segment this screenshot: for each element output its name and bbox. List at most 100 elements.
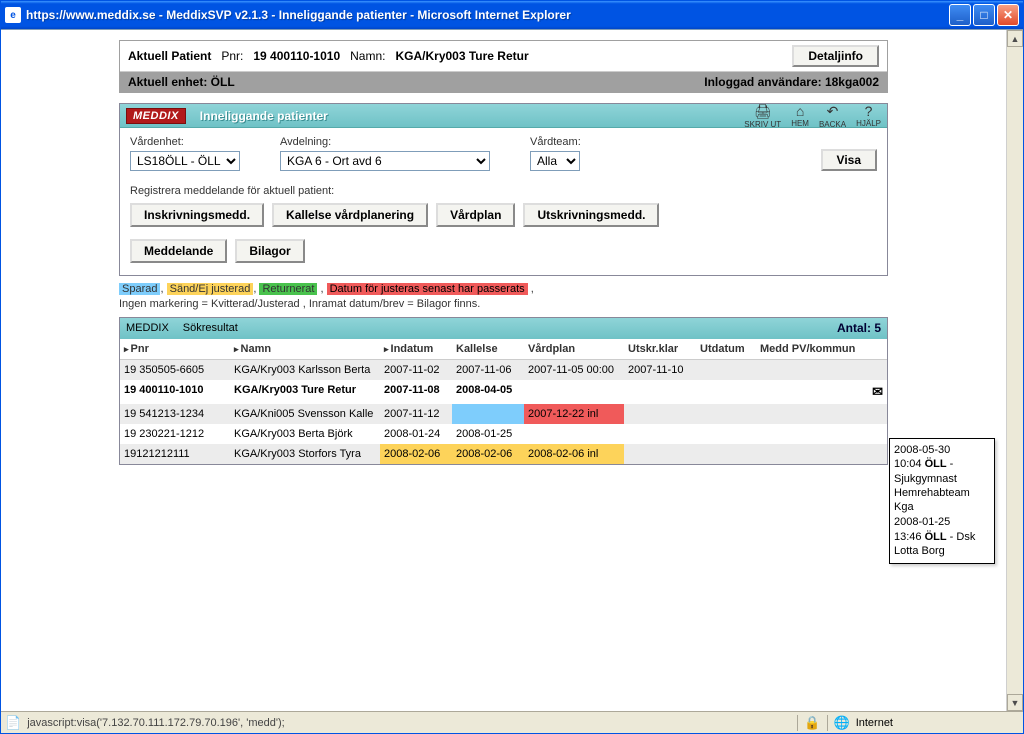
namn-value: KGA/Kry003 Ture Retur: [395, 49, 528, 63]
table-cell: [756, 359, 887, 380]
help-icon: ?: [865, 103, 873, 119]
col-pnr[interactable]: ▸Pnr: [120, 339, 230, 360]
namn-label: Namn:: [350, 49, 385, 63]
home-button[interactable]: ⌂HEM: [791, 103, 809, 129]
results-title: Sökresultat: [183, 322, 238, 334]
vertical-scrollbar[interactable]: ▲ ▼: [1006, 30, 1023, 711]
table-cell: [524, 424, 624, 444]
window: e https://www.meddix.se - MeddixSVP v2.1…: [0, 0, 1024, 734]
close-button[interactable]: ✕: [997, 4, 1019, 26]
panel-title: Inneliggande patienter: [200, 109, 328, 123]
scroll-up-icon[interactable]: ▲: [1007, 30, 1023, 47]
detaljinfo-button[interactable]: Detaljinfo: [792, 45, 879, 67]
avdelning-label: Avdelning:: [280, 136, 490, 148]
register-label: Registrera meddelande för aktuell patien…: [130, 185, 877, 197]
ie-icon: e: [5, 7, 21, 23]
zone-label: Internet: [856, 717, 893, 729]
message-buttons-row2: Meddelande Bilagor: [130, 239, 877, 263]
table-cell: KGA/Kry003 Karlsson Berta: [230, 359, 380, 380]
pnr-label: Pnr:: [221, 49, 243, 63]
legend-passed: Datum för justeras senast har passerats: [327, 283, 528, 295]
vardteam-select[interactable]: Alla: [530, 151, 580, 171]
table-cell: [524, 380, 624, 404]
table-cell: [756, 404, 887, 424]
patient-label: Aktuell Patient: [128, 49, 211, 63]
legend-sparad: Sparad: [119, 283, 160, 295]
col-utdatum[interactable]: Utdatum: [696, 339, 756, 360]
maximize-button[interactable]: □: [973, 4, 995, 26]
table-row[interactable]: 19 541213-1234KGA/Kni005 Svensson Kalle2…: [120, 404, 887, 424]
table-cell: 2007-11-06: [452, 359, 524, 380]
table-cell: [696, 444, 756, 464]
table-cell: 2007-11-08: [380, 380, 452, 404]
titlebar: e https://www.meddix.se - MeddixSVP v2.1…: [1, 1, 1023, 29]
table-cell: [756, 444, 887, 464]
table-row[interactable]: 19 400110-1010KGA/Kry003 Ture Retur2007-…: [120, 380, 887, 404]
client-area: Aktuell Patient Pnr: 19 400110-1010 Namn…: [1, 29, 1023, 711]
vardenhet-filter: Vårdenhet: LS18ÖLL - ÖLL: [130, 136, 240, 171]
table-cell: 2008-02-06: [380, 444, 452, 464]
table-cell: 2008-01-25: [452, 424, 524, 444]
vardteam-filter: Vårdteam: Alla: [530, 136, 581, 171]
col-kallelse[interactable]: Kallelse: [452, 339, 524, 360]
help-button[interactable]: ?HJÄLP: [856, 103, 881, 129]
legend-send: Sänd/Ej justerad: [167, 283, 254, 295]
print-button[interactable]: 🖨SKRIV UT: [744, 103, 781, 129]
table-cell: 2008-02-06: [452, 444, 524, 464]
page-icon: 📄: [5, 715, 21, 731]
table-row[interactable]: 19121212111KGA/Kry003 Storfors Tyra2008-…: [120, 444, 887, 464]
utskrivning-button[interactable]: Utskrivningsmedd.: [523, 203, 659, 227]
lock-icon: 🔒: [804, 715, 820, 731]
enhet-label: Aktuell enhet: ÖLL: [128, 75, 235, 89]
minimize-button[interactable]: _: [949, 4, 971, 26]
vardenhet-select[interactable]: LS18ÖLL - ÖLL: [130, 151, 240, 171]
col-medd[interactable]: Medd PV/kommun: [756, 339, 887, 360]
avdelning-filter: Avdelning: KGA 6 - Ort avd 6: [280, 136, 490, 171]
envelope-icon[interactable]: ✉: [872, 384, 883, 400]
table-row[interactable]: 19 230221-1212KGA/Kry003 Berta Björk2008…: [120, 424, 887, 444]
meddelande-button[interactable]: Meddelande: [130, 239, 227, 263]
statusbar: 📄 javascript:visa('7.132.70.111.172.79.7…: [1, 711, 1023, 733]
table-cell: [452, 404, 524, 424]
col-vardplan[interactable]: Vårdplan: [524, 339, 624, 360]
table-cell: [756, 424, 887, 444]
window-title: https://www.meddix.se - MeddixSVP v2.1.3…: [26, 8, 949, 22]
table-cell: 2007-11-02: [380, 359, 452, 380]
table-cell: 2007-11-10: [624, 359, 696, 380]
bilagor-button[interactable]: Bilagor: [235, 239, 304, 263]
table-cell: [624, 380, 696, 404]
col-namn[interactable]: ▸Namn: [230, 339, 380, 360]
results-table: ▸Pnr ▸Namn ▸Indatum Kallelse Vårdplan Ut…: [120, 339, 887, 464]
kallelse-button[interactable]: Kallelse vårdplanering: [272, 203, 428, 227]
table-cell: 2007-12-22 inl: [524, 404, 624, 424]
table-cell: KGA/Kry003 Storfors Tyra: [230, 444, 380, 464]
col-indatum[interactable]: ▸Indatum: [380, 339, 452, 360]
legend-returnerat: Returnerat: [259, 283, 317, 295]
page-content: Aktuell Patient Pnr: 19 400110-1010 Namn…: [1, 30, 1006, 711]
pnr-value: 19 400110-1010: [253, 49, 340, 63]
back-button[interactable]: ↶BACKA: [819, 103, 846, 129]
vardenhet-label: Vårdenhet:: [130, 136, 240, 148]
filter-row: Vårdenhet: LS18ÖLL - ÖLL Avdelning: KGA …: [130, 136, 877, 171]
printer-icon: 🖨: [754, 103, 772, 120]
user-label: Inloggad användare: 18kga002: [704, 75, 879, 89]
table-cell: [624, 424, 696, 444]
vardteam-label: Vårdteam:: [530, 136, 581, 148]
inskrivning-button[interactable]: Inskrivningsmedd.: [130, 203, 264, 227]
table-cell: 19 350505-6605: [120, 359, 230, 380]
table-cell: 2008-04-05: [452, 380, 524, 404]
table-cell: [696, 404, 756, 424]
table-cell: 19 541213-1234: [120, 404, 230, 424]
table-cell: [624, 444, 696, 464]
col-utskr[interactable]: Utskr.klar: [624, 339, 696, 360]
visa-button[interactable]: Visa: [821, 149, 877, 171]
scroll-down-icon[interactable]: ▼: [1007, 694, 1023, 711]
table-cell: 19121212111: [120, 444, 230, 464]
patient-bar: Aktuell Patient Pnr: 19 400110-1010 Namn…: [120, 41, 887, 72]
vardplan-button[interactable]: Vårdplan: [436, 203, 515, 227]
table-row[interactable]: 19 350505-6605KGA/Kry003 Karlsson Berta2…: [120, 359, 887, 380]
table-cell: 2008-01-24: [380, 424, 452, 444]
legend-line2: Ingen markering = Kvitterad/Justerad , I…: [119, 298, 480, 310]
avdelning-select[interactable]: KGA 6 - Ort avd 6: [280, 151, 490, 171]
table-cell: [696, 359, 756, 380]
